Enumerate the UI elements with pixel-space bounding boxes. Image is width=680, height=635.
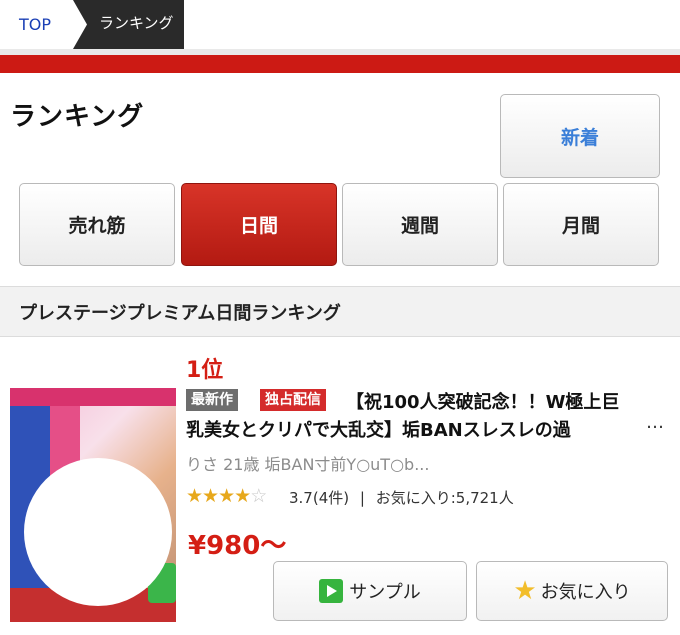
favorite-button[interactable]: ★ お気に入り [476,561,668,621]
exclusive-badge: 独占配信 [260,389,326,411]
rank-number: 1位 [186,358,224,383]
play-icon [319,579,344,603]
new-arrivals-button[interactable]: 新着 [500,94,660,178]
price: ¥980〜 [188,531,287,561]
ranking-section-title: プレステージプレミアム日間ランキング [19,303,341,324]
rating-stars: ★★★★☆ [186,485,267,507]
product-title-line-1[interactable]: 【祝100人突破記念！！W極上巨 [346,388,619,414]
rating-summary: 3.7(4件) | お気に入り:5,721人 [289,487,514,508]
red-accent-bar [0,55,680,73]
favorites-count: お気に入り:5,721人 [375,489,514,507]
breadcrumb-top-link[interactable]: TOP [0,0,80,49]
tab-daily[interactable]: 日間 [181,183,337,266]
sample-button-label: サンプル [349,582,421,603]
sample-button[interactable]: サンプル [273,561,467,621]
rating-count: 3.7(4件) [289,489,350,507]
title-ellipsis: … [646,412,664,433]
favorite-button-label: お気に入り [540,582,631,603]
censor-circle [24,458,172,606]
tab-best-sellers[interactable]: 売れ筋 [19,183,175,266]
star-icon: ★ [513,576,537,606]
ranking-section-header: プレステージプレミアム日間ランキング [0,286,680,337]
page-title: ランキング [10,102,145,132]
product-title-line-2[interactable]: 乳美女とクリパで大乱交】垢BANスレスレの過 [186,416,571,442]
breadcrumb: TOP ランキング [0,0,680,49]
new-release-badge: 最新作 [186,389,238,411]
breadcrumb-current: ランキング [73,0,184,49]
rating-separator: | [359,489,365,507]
product-thumbnail[interactable] [10,388,176,622]
tab-weekly[interactable]: 週間 [342,183,498,266]
tab-monthly[interactable]: 月間 [503,183,659,266]
actress-info: りさ 21歳 垢BAN寸前Y○uT○b... [186,455,430,474]
